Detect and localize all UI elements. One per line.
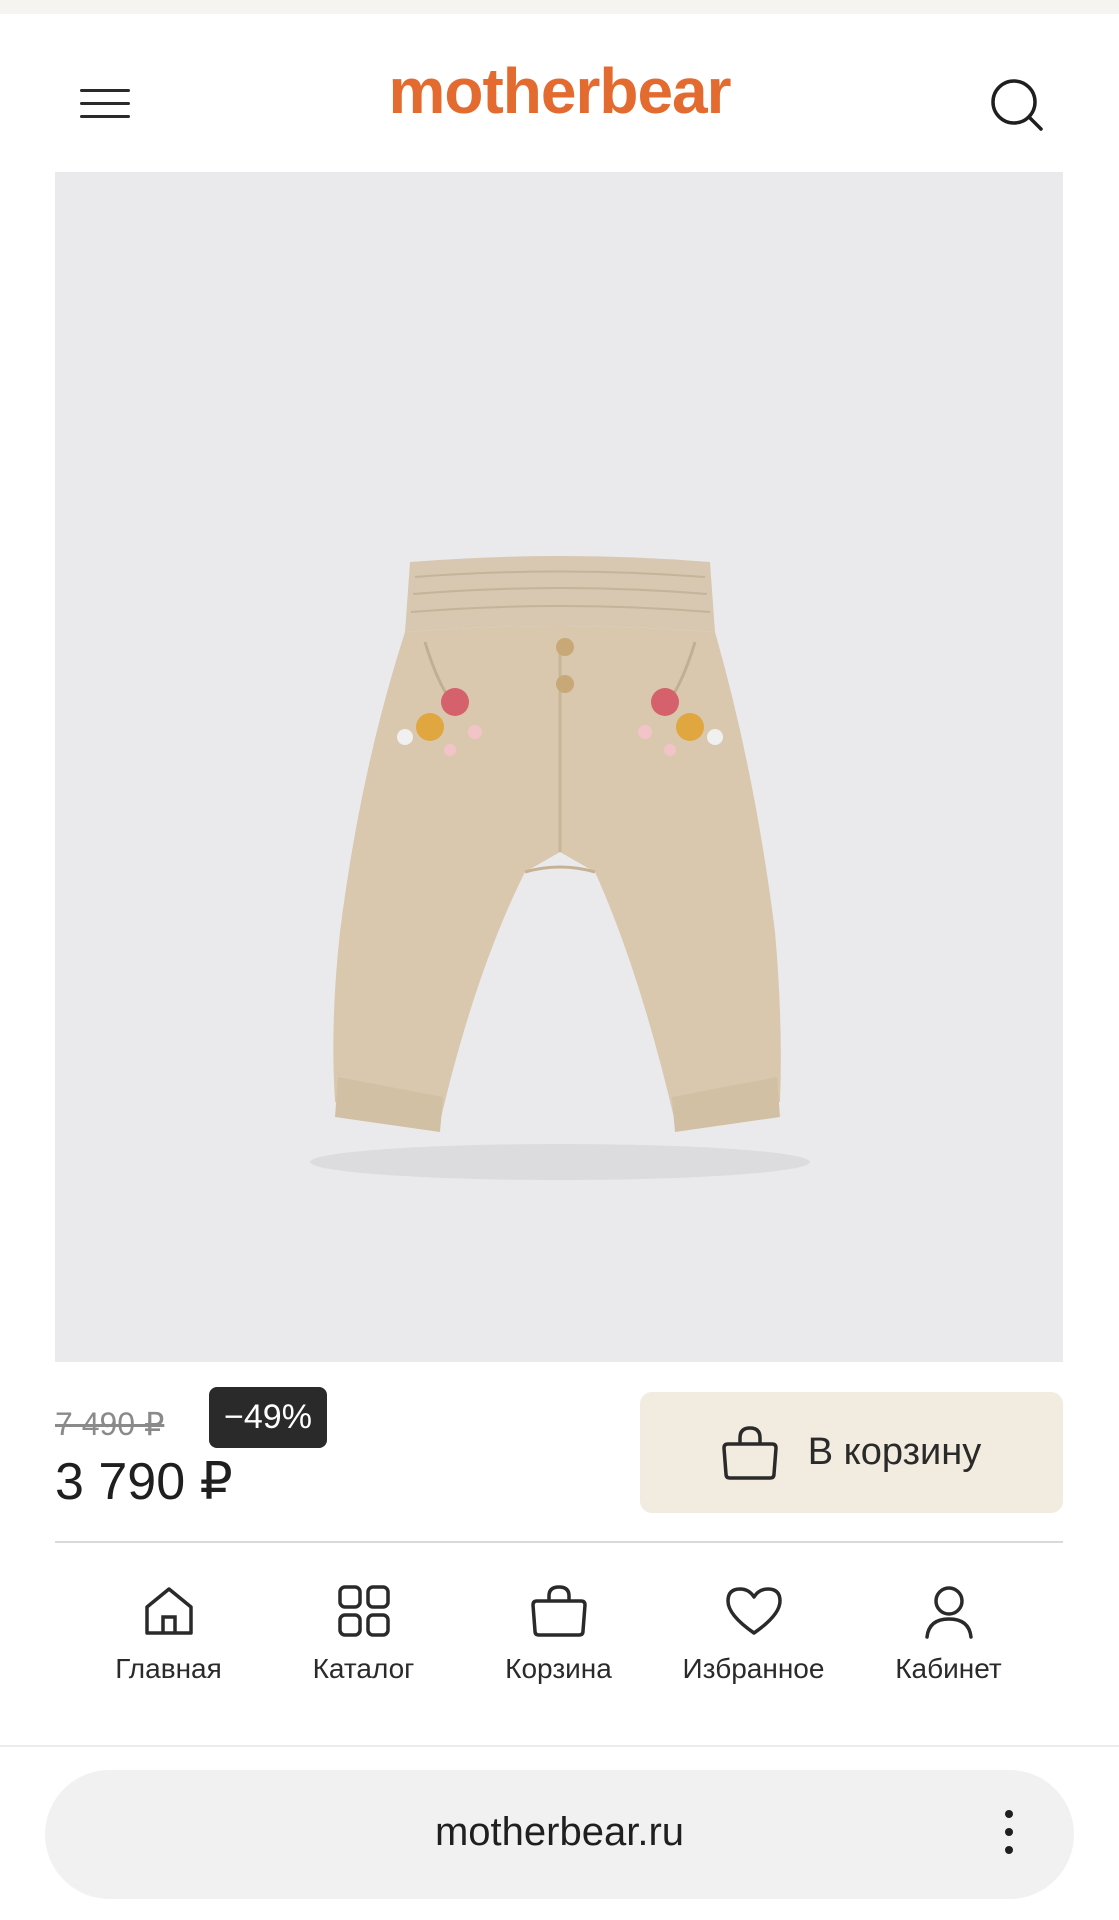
nav-item-cart[interactable]: Корзина <box>461 1583 656 1723</box>
grid-icon <box>337 1585 390 1637</box>
bottom-nav: Главная Каталог Корзина Избранное Кабине… <box>0 1543 1119 1747</box>
old-price: 7 490 ₽ <box>55 1406 165 1442</box>
nav-item-favorites[interactable]: Избранное <box>656 1583 851 1723</box>
search-icon <box>991 79 1043 131</box>
url-bar[interactable]: motherbear.ru <box>45 1770 1074 1899</box>
nav-label-catalog: Каталог <box>312 1653 415 1684</box>
site-header: motherbear <box>0 14 1119 170</box>
heart-icon <box>725 1587 782 1635</box>
nav-label-favorites: Избранное <box>682 1653 825 1684</box>
add-to-cart-label: В корзину <box>807 1431 982 1473</box>
shopping-bag-icon <box>530 1585 587 1637</box>
browser-menu-button[interactable] <box>988 1777 1028 1854</box>
product-photo-trousers <box>310 556 810 1180</box>
nav-label-home: Главная <box>115 1653 222 1684</box>
discount-badge: −49% <box>209 1387 327 1448</box>
nav-item-account[interactable]: Кабинет <box>851 1583 1046 1723</box>
nav-label-cart: Корзина <box>505 1653 612 1684</box>
current-price: 3 790 ₽ <box>55 1453 233 1511</box>
home-icon <box>144 1587 193 1635</box>
nav-item-catalog[interactable]: Каталог <box>266 1583 461 1723</box>
status-strip <box>0 0 1119 14</box>
nav-item-home[interactable]: Главная <box>71 1583 266 1723</box>
product-image[interactable] <box>55 172 1063 1362</box>
user-icon <box>924 1586 973 1639</box>
search-button[interactable] <box>988 76 1048 136</box>
nav-label-account: Кабинет <box>895 1653 1002 1684</box>
shopping-bag-icon <box>722 1425 778 1480</box>
url-text: motherbear.ru <box>434 1810 685 1854</box>
browser-bar: motherbear.ru <box>0 1747 1119 1920</box>
add-to-cart-button[interactable]: В корзину <box>640 1392 1063 1513</box>
site-logo[interactable]: motherbear <box>0 54 1119 128</box>
